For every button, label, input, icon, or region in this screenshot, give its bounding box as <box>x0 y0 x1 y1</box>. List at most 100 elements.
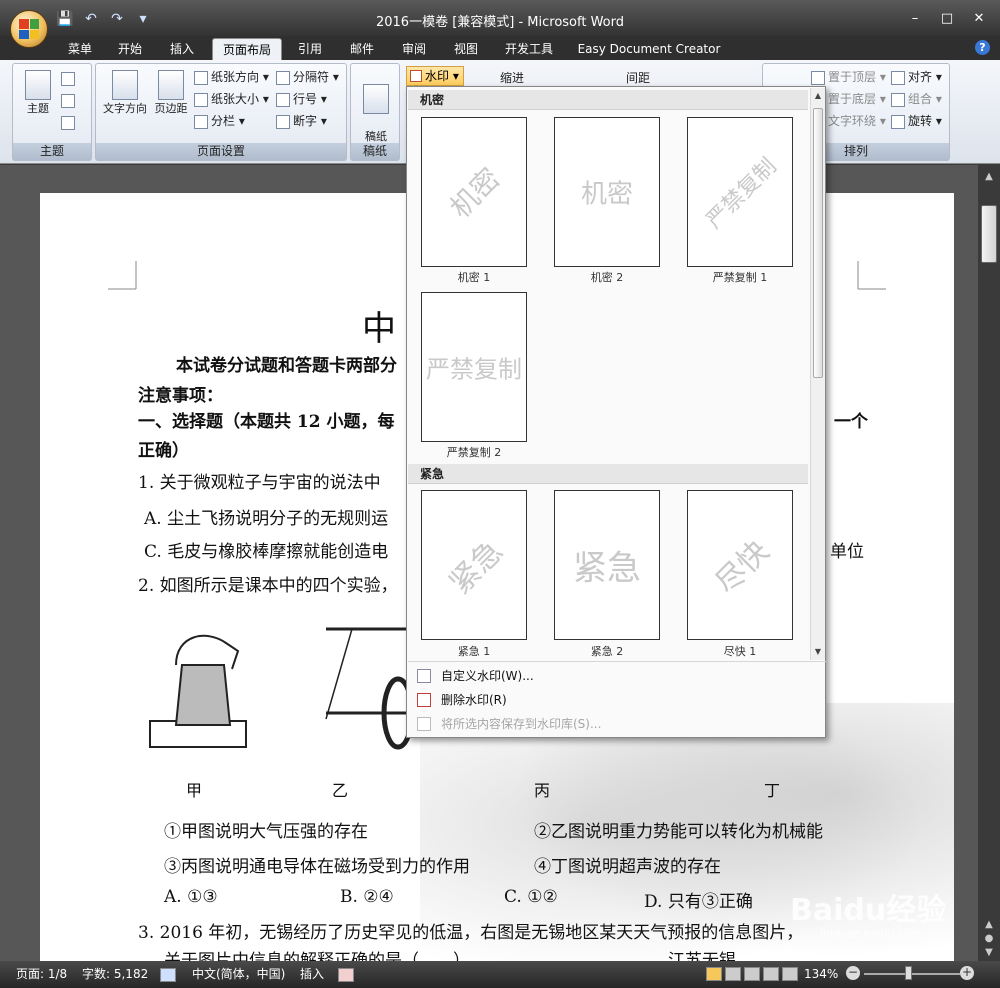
web-layout-view-icon[interactable] <box>744 967 760 981</box>
tab-insert[interactable]: 插入 <box>162 38 202 60</box>
doc-section-one-cont: 正确） <box>138 441 189 461</box>
line-numbers-label: 行号 <box>293 92 318 106</box>
watermark-button[interactable]: 水印 ▾ <box>406 66 464 86</box>
crop-mark-right <box>857 261 886 290</box>
gallery-scroll-down-icon[interactable]: ▼ <box>811 646 825 658</box>
tab-menu[interactable]: 菜单 <box>60 38 100 60</box>
window-title: 2016一模卷 [兼容模式] - Microsoft Word <box>375 15 625 30</box>
vertical-scrollbar[interactable]: ▲ ▲ ● ▼ <box>978 165 1000 961</box>
group-themes: 主题 主题 <box>12 63 92 161</box>
breaks-icon <box>276 70 290 85</box>
doc-q2-option-a: A. ①③ <box>164 887 218 907</box>
draft-view-icon[interactable] <box>782 967 798 981</box>
watermark-gallery-dropdown: 机密 机密 机密 1 机密 机密 2 严禁复制 严禁复制 1 严禁复制 严禁复制… <box>406 86 826 738</box>
rotate-button[interactable]: 旋转 ▾ <box>891 111 942 131</box>
doc-notes-heading: 注意事项： <box>138 386 223 406</box>
orientation-button[interactable]: 纸张方向 ▾ <box>194 67 269 87</box>
zoom-in-icon[interactable]: + <box>960 966 974 980</box>
tab-references[interactable]: 引用 <box>290 38 330 60</box>
tab-view[interactable]: 视图 <box>446 38 486 60</box>
theme-colors-button[interactable] <box>61 68 78 88</box>
menu-item-label: 删除水印(R) <box>441 693 507 707</box>
status-word-count[interactable]: 字数: 5,182 <box>82 965 148 983</box>
full-screen-reading-view-icon[interactable] <box>725 967 741 981</box>
zoom-slider-track[interactable] <box>864 973 960 975</box>
theme-fonts-button[interactable] <box>61 90 78 110</box>
watermark-thumb-caption: 紧急 2 <box>590 645 624 658</box>
bring-to-front-button[interactable]: 置于顶层 ▾ <box>811 67 886 87</box>
line-numbers-button[interactable]: 行号 ▾ <box>276 89 327 109</box>
text-direction-button[interactable]: 文字方向 <box>100 70 150 116</box>
watermark-thumb-confidential-2[interactable]: 机密 <box>554 117 660 267</box>
margins-icon <box>158 70 184 100</box>
next-page-icon[interactable]: ▼ <box>981 945 997 961</box>
zoom-out-icon[interactable]: − <box>846 966 860 980</box>
help-icon[interactable]: ? <box>975 40 990 55</box>
tab-developer[interactable]: 开发工具 <box>498 38 560 60</box>
group-manuscript: 稿纸 设置 稿纸 <box>350 63 400 161</box>
size-button[interactable]: 纸张大小 ▾ <box>194 89 269 109</box>
view-buttons <box>706 967 798 981</box>
status-language[interactable]: 中文(简体，中国) <box>192 965 285 983</box>
doc-intro-line: 本试卷分试题和答题卡两部分 <box>176 356 397 376</box>
tab-mailings[interactable]: 邮件 <box>342 38 382 60</box>
status-insert-mode[interactable]: 插入 <box>300 965 324 983</box>
proofing-icon[interactable] <box>160 968 176 982</box>
outline-view-icon[interactable] <box>763 967 779 981</box>
watermark-thumb-urgent-2[interactable]: 紧急 <box>554 490 660 640</box>
watermark-thumb-urgent-1[interactable]: 紧急 <box>421 490 527 640</box>
doc-section-one-tail: 一个 <box>834 412 868 432</box>
watermark-thumb-caption: 紧急 1 <box>457 645 491 658</box>
align-button[interactable]: 对齐 ▾ <box>891 67 942 87</box>
custom-watermark-menu-item[interactable]: 自定义水印(W)... <box>409 664 825 688</box>
group-label-themes: 主题 <box>13 143 91 160</box>
menu-item-label: 自定义水印(W)... <box>441 669 534 683</box>
tab-page-layout[interactable]: 页面布局 <box>212 38 282 60</box>
watermark-thumb-no-copy-1[interactable]: 严禁复制 <box>687 117 793 267</box>
gallery-scrollbar[interactable]: ▲ ▼ <box>810 88 825 660</box>
print-layout-view-icon[interactable] <box>706 967 722 981</box>
watermark-thumb-text: 机密 <box>580 179 634 210</box>
tab-easy-document-creator[interactable]: Easy Document Creator <box>574 38 724 60</box>
maximize-icon[interactable]: □ <box>934 10 960 28</box>
status-zoom-level[interactable]: 134% <box>804 965 838 983</box>
status-page[interactable]: 页面: 1/8 <box>16 965 67 983</box>
watermark-thumb-asap-1[interactable]: 尽快 <box>687 490 793 640</box>
group-objects-label: 组合 <box>908 92 933 106</box>
menu-item-label: 将所选内容保存到水印库(S)... <box>441 717 602 731</box>
size-icon <box>194 92 208 107</box>
remove-watermark-icon <box>417 693 431 707</box>
gallery-section-header-confidential: 机密 <box>408 90 808 110</box>
macro-record-icon[interactable] <box>338 968 354 982</box>
group-objects-button[interactable]: 组合 ▾ <box>891 89 942 109</box>
themes-button[interactable]: 主题 <box>21 70 55 116</box>
scroll-up-icon[interactable]: ▲ <box>981 169 997 185</box>
figure-label-bing: 丙 <box>534 781 551 800</box>
columns-button[interactable]: 分栏 ▾ <box>194 111 245 131</box>
gallery-scroll-thumb[interactable] <box>813 108 823 378</box>
margins-button[interactable]: 页边距 <box>152 70 190 116</box>
breaks-button[interactable]: 分隔符 ▾ <box>276 67 339 87</box>
watermark-thumb-no-copy-2[interactable]: 严禁复制 <box>421 292 527 442</box>
zoom-slider-thumb[interactable] <box>905 966 912 980</box>
watermark-thumb-text: 尽快 <box>708 533 777 602</box>
theme-effects-button[interactable] <box>61 112 78 132</box>
size-label: 纸张大小 <box>211 92 260 106</box>
close-icon[interactable]: ✕ <box>966 10 992 28</box>
scrollbar-thumb[interactable] <box>981 205 997 263</box>
save-to-gallery-menu-item[interactable]: 将所选内容保存到水印库(S)... <box>409 712 825 736</box>
remove-watermark-menu-item[interactable]: 删除水印(R) <box>409 688 825 712</box>
watermark-thumb-text: 严禁复制 <box>701 153 782 234</box>
doc-question-1: 1. 关于微观粒子与宇宙的说法中 <box>138 473 381 493</box>
office-logo-icon <box>19 19 39 39</box>
tab-home[interactable]: 开始 <box>110 38 150 60</box>
tab-review[interactable]: 审阅 <box>394 38 434 60</box>
doc-statement-2: ②乙图说明重力势能可以转化为机械能 <box>534 822 823 842</box>
crop-mark-left <box>108 261 137 290</box>
hyphenation-button[interactable]: 断字 ▾ <box>276 111 327 131</box>
office-button[interactable] <box>10 10 48 48</box>
margins-label: 页边距 <box>154 102 188 115</box>
gallery-scroll-up-icon[interactable]: ▲ <box>811 90 825 102</box>
minimize-icon[interactable]: – <box>902 10 928 28</box>
watermark-thumb-confidential-1[interactable]: 机密 <box>421 117 527 267</box>
